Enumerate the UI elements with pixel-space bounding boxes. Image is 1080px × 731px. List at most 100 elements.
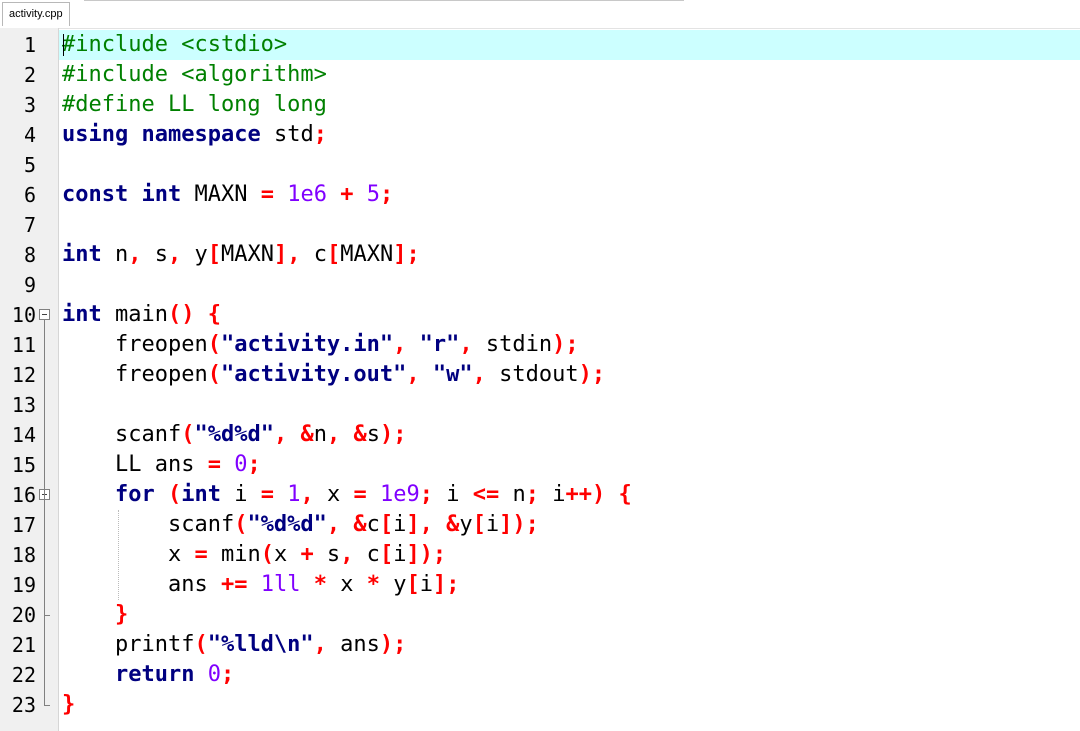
code-token: { xyxy=(618,482,632,507)
code-text: scanf("%d%d", &c[i], &y[i]); xyxy=(62,510,539,540)
code-line[interactable]: 7 xyxy=(0,210,1080,240)
code-line[interactable]: 15 LL ans = 0; xyxy=(0,450,1080,480)
code-token: } xyxy=(62,692,76,717)
code-token: ; xyxy=(220,662,235,687)
code-token: "r" xyxy=(419,332,460,357)
fold-collapse-icon[interactable] xyxy=(39,309,50,320)
code-token: ], xyxy=(406,512,433,537)
code-token: int xyxy=(62,302,102,327)
code-line[interactable]: 17 scanf("%d%d", &c[i], &y[i]); xyxy=(0,510,1080,540)
code-token: ], xyxy=(273,242,301,267)
code-token: ); xyxy=(379,632,407,657)
code-token: [ xyxy=(326,242,341,267)
code-line[interactable]: 8 int n, s, y[MAXN], c[MAXN]; xyxy=(0,240,1080,270)
code-text: scanf("%d%d", &n, &s); xyxy=(62,420,406,450)
code-token: stdout xyxy=(485,362,579,387)
line-number: 16 xyxy=(11,483,36,507)
code-token: i xyxy=(393,512,407,537)
code-line[interactable]: 16 for (int i = 1, x = 1e9; i <= n; i++)… xyxy=(0,480,1080,510)
code-token: 1e9 xyxy=(379,482,420,507)
line-number: 23 xyxy=(11,693,36,717)
code-line[interactable]: 20 } xyxy=(0,600,1080,630)
code-token: MAXN xyxy=(221,242,274,267)
code-token: stdin xyxy=(472,332,553,357)
code-token: s xyxy=(313,542,341,567)
line-number: 6 xyxy=(23,183,36,207)
code-token: ( xyxy=(207,332,221,357)
code-token: , xyxy=(300,482,314,507)
code-text: } xyxy=(62,690,75,720)
code-token: "w" xyxy=(432,362,473,387)
code-token: ]); xyxy=(406,542,447,567)
code-text: } xyxy=(62,600,128,630)
code-line[interactable]: 21 printf("%lld\n", ans); xyxy=(0,630,1080,660)
code-line[interactable]: 19 ans += 1ll * x * y[i]; xyxy=(0,570,1080,600)
code-text: freopen("activity.out", "w", stdout); xyxy=(62,360,605,390)
code-token: "%d%d" xyxy=(194,422,274,447)
line-number: 4 xyxy=(23,123,36,147)
code-text: ans += 1ll * x * y[i]; xyxy=(62,570,460,600)
code-text: freopen("activity.in", "r", stdin); xyxy=(62,330,579,360)
code-line[interactable]: 9 xyxy=(0,270,1080,300)
code-token: freopen xyxy=(62,332,208,357)
code-line[interactable]: 4 using namespace std; xyxy=(0,120,1080,150)
code-line[interactable]: 2 #include <algorithm> xyxy=(0,60,1080,90)
line-number: 13 xyxy=(11,393,36,417)
code-token: ( xyxy=(260,542,274,567)
tab-activity-cpp[interactable]: activity.cpp xyxy=(2,2,70,26)
code-line[interactable]: 18 x = min(x + s, c[i]); xyxy=(0,540,1080,570)
code-token: ; xyxy=(419,482,433,507)
code-token: = xyxy=(260,182,274,207)
code-token: ans xyxy=(62,572,221,597)
code-token: min xyxy=(207,542,261,567)
code-token: i xyxy=(485,512,500,537)
code-token: + xyxy=(340,182,354,207)
code-line[interactable]: 14 scanf("%d%d", &n, &s); xyxy=(0,420,1080,450)
code-line[interactable]: 3 #define LL long long xyxy=(0,90,1080,120)
line-number: 18 xyxy=(11,543,36,567)
code-token: ( xyxy=(207,362,221,387)
code-token: ( xyxy=(181,422,195,447)
code-line[interactable]: 1 #include <cstdio> xyxy=(0,30,1080,60)
code-line[interactable]: 13 xyxy=(0,390,1080,420)
code-line[interactable]: 5 xyxy=(0,150,1080,180)
code-token: 0 xyxy=(234,452,248,477)
code-text: #define LL long long xyxy=(62,90,327,120)
code-text: int main() { xyxy=(62,300,221,330)
code-token: & xyxy=(446,512,460,537)
line-number: 15 xyxy=(11,453,36,477)
code-token: = xyxy=(353,482,367,507)
line-number: 2 xyxy=(23,63,36,87)
code-token: , xyxy=(326,422,341,447)
code-editor[interactable]: 1 #include <cstdio> 2 #include <algorithm> 3… xyxy=(0,28,1080,731)
code-line[interactable]: 23} xyxy=(0,690,1080,720)
code-token: "activity.in" xyxy=(220,332,394,357)
line-number: 20 xyxy=(11,603,36,627)
code-token: y xyxy=(181,242,208,267)
tab-bar: activity.cpp xyxy=(0,0,1080,29)
code-token: #include <algorithm> xyxy=(62,62,327,87)
code-token: ( xyxy=(194,632,208,657)
code-line[interactable]: 11 freopen("activity.in", "r", stdin); xyxy=(0,330,1080,360)
code-line[interactable]: 6 const int MAXN = 1e6 + 5; xyxy=(0,180,1080,210)
code-token: using xyxy=(62,122,129,147)
code-token: 1e6 xyxy=(287,182,327,207)
code-token: i xyxy=(538,482,566,507)
line-number: 7 xyxy=(23,213,36,237)
code-token: c xyxy=(353,542,380,567)
code-line[interactable]: 12 freopen("activity.out", "w", stdout); xyxy=(0,360,1080,390)
code-line[interactable]: 10 int main() { xyxy=(0,300,1080,330)
line-number: 12 xyxy=(11,363,36,387)
code-line[interactable]: 22 return 0; xyxy=(0,660,1080,690)
